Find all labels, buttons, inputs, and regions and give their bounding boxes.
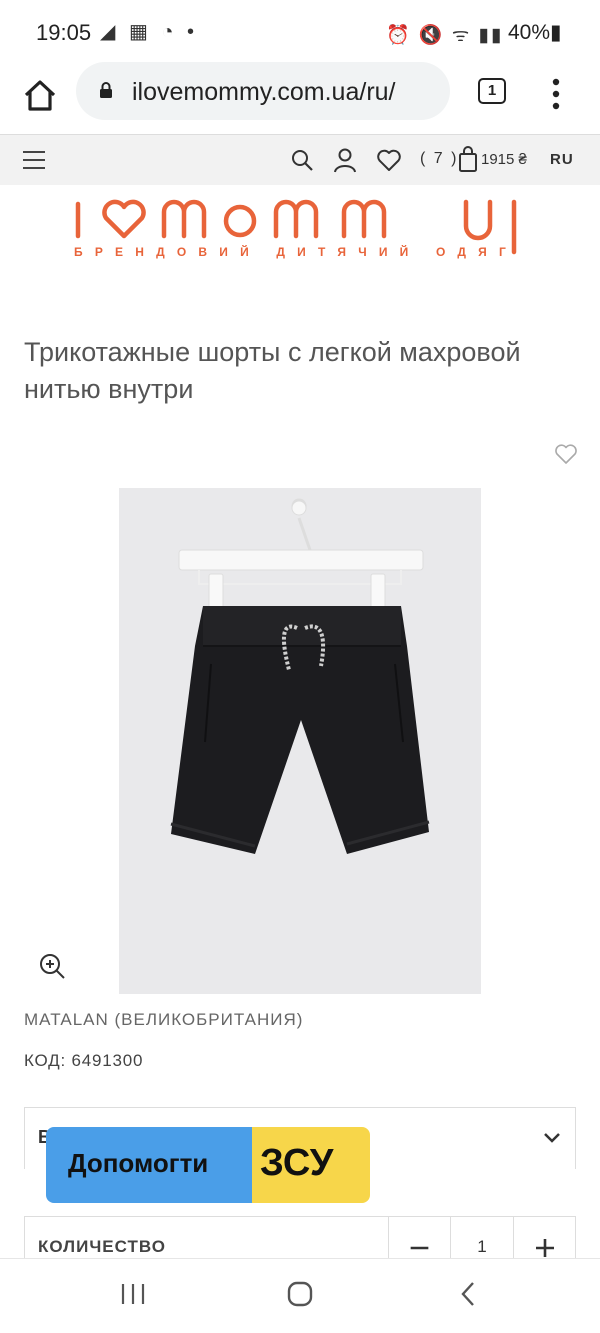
user-icon[interactable] — [333, 147, 357, 173]
status-time: 19:05 — [36, 20, 92, 45]
banner-label-help: Допомогти — [68, 1148, 209, 1178]
battery-level: 40%▮ — [508, 21, 562, 44]
quantity-label: КОЛИЧЕСТВО — [38, 1237, 166, 1256]
wishlist-heart-icon[interactable] — [554, 443, 578, 465]
banner-label-zsu: ЗСУ — [260, 1142, 334, 1184]
product-image[interactable] — [119, 488, 481, 994]
product-title: Трикотажные шорты с легкой махровой нить… — [24, 337, 521, 404]
back-icon[interactable] — [460, 1281, 476, 1307]
shopping-bag-icon[interactable] — [458, 146, 478, 172]
status-system-icons: ⏰ 🔇 ᯤ ▮▮ — [386, 25, 504, 46]
status-notification-icons: ◢ ▦ ◔ • — [100, 21, 199, 43]
url-text[interactable]: ilovemommy.com.ua/ru/ — [132, 78, 440, 107]
product-sku: КОД: 6491300 — [24, 1051, 144, 1070]
home-icon[interactable] — [20, 76, 60, 116]
help-zsu-banner[interactable]: Допомогти ЗСУ — [46, 1127, 370, 1203]
logo-tagline: БРЕНДОВИЙ ДИТЯЧИЙ ОДЯГ — [74, 245, 518, 259]
lock-icon — [100, 82, 112, 98]
tabs-icon[interactable]: 1 — [478, 78, 506, 104]
language-switcher[interactable]: RU — [550, 151, 574, 168]
more-vert-icon[interactable] — [546, 76, 566, 112]
heart-icon[interactable] — [376, 148, 402, 172]
cart-total[interactable]: 1915 ₴ — [481, 151, 527, 168]
hamburger-icon[interactable] — [22, 149, 46, 171]
product-brand[interactable]: MATALAN (ВЕЛИКОБРИТАНИЯ) — [24, 1010, 303, 1030]
cart-count[interactable]: ( 7 ) — [420, 150, 458, 168]
search-icon[interactable] — [290, 148, 314, 172]
home-circle-icon[interactable] — [287, 1281, 313, 1307]
zoom-in-icon[interactable] — [38, 952, 66, 980]
recent-apps-icon[interactable] — [120, 1283, 146, 1305]
chevron-down-icon[interactable] — [542, 1130, 562, 1146]
